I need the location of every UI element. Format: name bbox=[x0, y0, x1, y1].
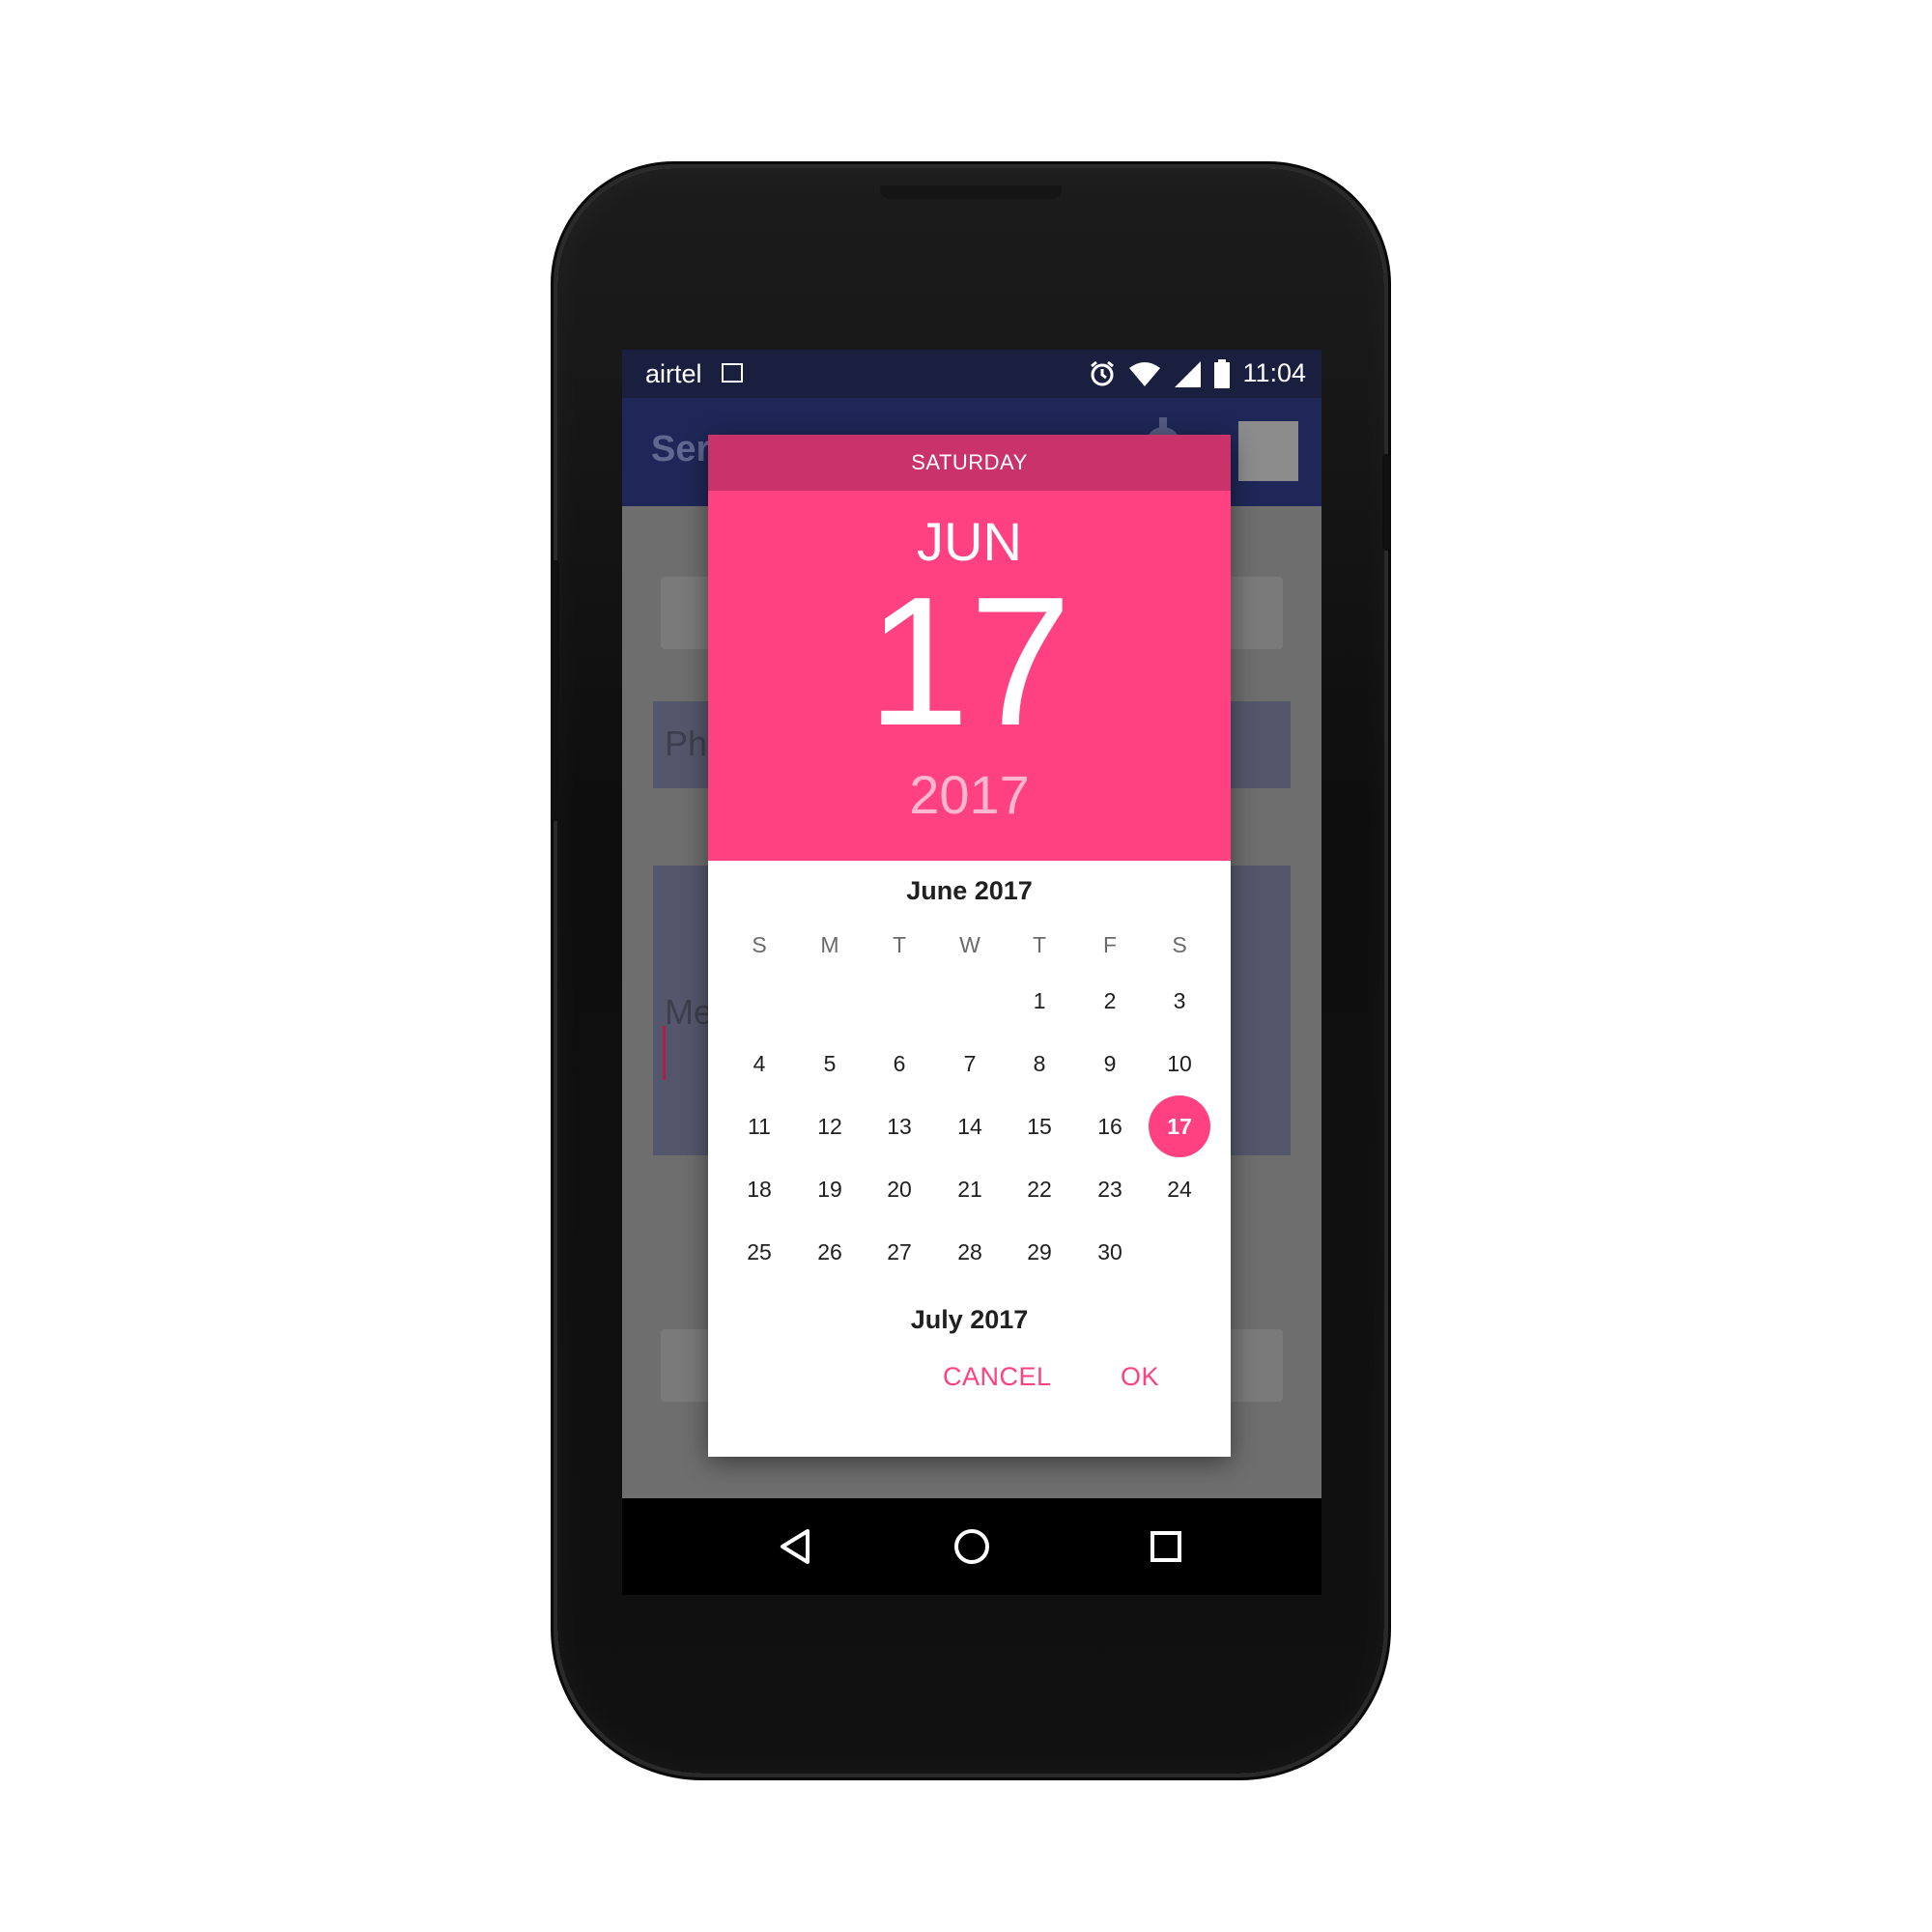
calendar-day[interactable]: 1 bbox=[1009, 970, 1070, 1032]
weekday-label: S bbox=[1172, 932, 1187, 957]
volume-button bbox=[552, 560, 559, 821]
phone-input-placeholder: Ph bbox=[665, 724, 708, 763]
status-bar: airtel 11:04 bbox=[622, 350, 1321, 398]
calendar-day[interactable]: 20 bbox=[868, 1158, 930, 1220]
calendar-day[interactable]: 23 bbox=[1079, 1158, 1141, 1220]
calendar-day[interactable]: 12 bbox=[799, 1095, 861, 1157]
calendar-day[interactable]: 22 bbox=[1009, 1158, 1070, 1220]
date-picker-dialog: SATURDAY JUN 17 2017 June 2017 S M T W T… bbox=[708, 435, 1231, 1457]
calendar-day[interactable]: 8 bbox=[1009, 1033, 1070, 1094]
message-input-placeholder: Me bbox=[665, 992, 714, 1032]
calendar-day[interactable]: 26 bbox=[799, 1221, 861, 1283]
selected-year[interactable]: 2017 bbox=[708, 763, 1231, 826]
clock: 11:04 bbox=[1242, 358, 1306, 387]
calendar-day[interactable]: 28 bbox=[939, 1221, 1001, 1283]
power-button bbox=[1382, 454, 1390, 551]
calendar-day[interactable]: 14 bbox=[939, 1095, 1001, 1157]
calendar-day[interactable]: 16 bbox=[1079, 1095, 1141, 1157]
calendar-day[interactable]: 18 bbox=[728, 1158, 790, 1220]
calendar-day[interactable]: 25 bbox=[728, 1221, 790, 1283]
weekday-label: T bbox=[892, 932, 907, 957]
calendar-day[interactable]: 13 bbox=[868, 1095, 930, 1157]
calendar-day[interactable]: 24 bbox=[1149, 1158, 1210, 1220]
text-cursor bbox=[663, 1026, 666, 1080]
calendar-day[interactable]: 30 bbox=[1079, 1221, 1141, 1283]
day-of-week-header: SATURDAY bbox=[708, 435, 1231, 491]
earpiece-speaker bbox=[880, 185, 1062, 199]
calendar-day[interactable]: 11 bbox=[728, 1095, 790, 1157]
calendar-day[interactable]: 29 bbox=[1009, 1221, 1070, 1283]
month-title: June 2017 bbox=[906, 876, 1033, 905]
ok-button[interactable]: OK bbox=[1121, 1362, 1159, 1392]
calendar-day[interactable]: 5 bbox=[799, 1033, 861, 1094]
calendar-day[interactable]: 7 bbox=[939, 1033, 1001, 1094]
navigation-bar bbox=[622, 1498, 1321, 1595]
home-icon[interactable] bbox=[952, 1527, 991, 1566]
selected-day[interactable]: 17 bbox=[708, 570, 1231, 753]
calendar-day[interactable]: 19 bbox=[799, 1158, 861, 1220]
image-notification-icon bbox=[722, 363, 743, 383]
toolbar-square-button[interactable] bbox=[1238, 421, 1298, 481]
selected-date-header: JUN 17 2017 bbox=[708, 491, 1231, 861]
next-month-title: July 2017 bbox=[910, 1305, 1029, 1334]
calendar-day[interactable]: 27 bbox=[868, 1221, 930, 1283]
calendar-day[interactable]: 9 bbox=[1079, 1033, 1141, 1094]
calendar-day[interactable]: 21 bbox=[939, 1158, 1001, 1220]
calendar-day[interactable]: 6 bbox=[868, 1033, 930, 1094]
weekday-label: T bbox=[1032, 932, 1047, 957]
wifi-icon bbox=[1129, 361, 1161, 386]
battery-icon bbox=[1214, 358, 1231, 388]
weekday-label: W bbox=[959, 932, 980, 957]
calendar-day[interactable]: 2 bbox=[1079, 970, 1141, 1032]
weekday-label: S bbox=[752, 932, 767, 957]
calendar-day[interactable]: 15 bbox=[1009, 1095, 1070, 1157]
calendar-day[interactable]: 3 bbox=[1149, 970, 1210, 1032]
back-icon[interactable] bbox=[777, 1527, 815, 1566]
alarm-icon bbox=[1091, 360, 1115, 385]
weekday-label: M bbox=[820, 932, 839, 957]
calendar-day-selected[interactable]: 17 bbox=[1149, 1095, 1210, 1157]
calendar-day[interactable]: 4 bbox=[728, 1033, 790, 1094]
app-title: Ser bbox=[651, 429, 711, 469]
weekday-label: F bbox=[1102, 932, 1118, 957]
cancel-button[interactable]: CANCEL bbox=[943, 1362, 1052, 1392]
calendar-day[interactable]: 10 bbox=[1149, 1033, 1210, 1094]
recents-icon[interactable] bbox=[1147, 1527, 1185, 1566]
cell-signal-icon bbox=[1175, 360, 1202, 387]
carrier-name: airtel bbox=[645, 359, 702, 388]
